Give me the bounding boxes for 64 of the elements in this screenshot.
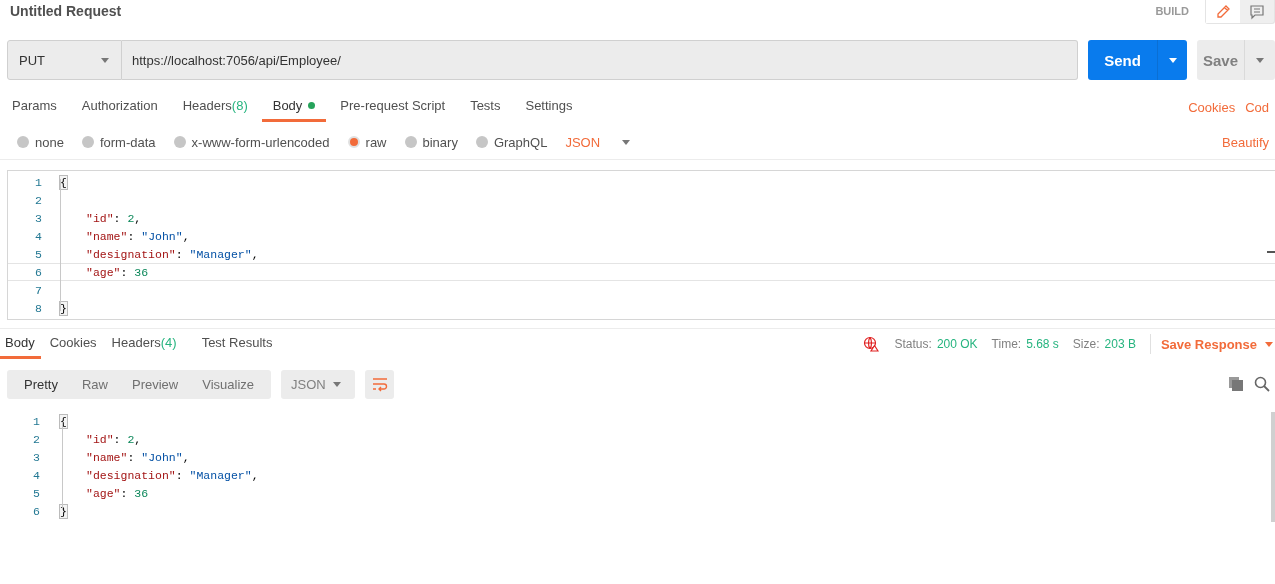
body-type-option[interactable]: raw xyxy=(347,134,387,150)
body-type-option[interactable]: form-data xyxy=(81,134,156,150)
line-number: 6 xyxy=(32,504,40,518)
send-button[interactable]: Send xyxy=(1088,40,1157,80)
stat-label: Time: xyxy=(991,337,1022,351)
line-number: 4 xyxy=(34,229,42,243)
body-type-option[interactable]: x-www-form-urlencoded xyxy=(173,134,330,150)
request-title: Untitled Request xyxy=(10,3,122,19)
view-mode-button[interactable]: Pretty xyxy=(14,369,68,399)
code-line: "id": 2, xyxy=(86,211,142,225)
stat-label: Size: xyxy=(1072,337,1100,351)
body-type-option[interactable]: binary xyxy=(404,134,458,150)
stat-value: 203 B xyxy=(1104,337,1136,351)
line-number: 7 xyxy=(34,283,42,297)
edit-mode-button[interactable] xyxy=(1206,0,1240,23)
line-number: 6 xyxy=(34,265,42,279)
response-tab[interactable]: Headers(4) xyxy=(106,329,183,359)
code-line: "designation": "Manager", xyxy=(86,247,259,261)
line-number: 8 xyxy=(34,301,42,315)
url-field[interactable]: https://localhost:7056/api/Employee/ xyxy=(122,40,1078,80)
line-number: 1 xyxy=(32,414,40,428)
code-line: "age": 36 xyxy=(86,265,149,279)
line-number: 2 xyxy=(32,432,40,446)
request-tab[interactable]: Pre-request Script xyxy=(329,92,457,122)
send-options-button[interactable] xyxy=(1157,40,1187,80)
view-mode-button[interactable]: Preview xyxy=(122,369,189,399)
line-number: 4 xyxy=(32,468,40,482)
line-number: 2 xyxy=(34,193,42,207)
line-number: 1 xyxy=(34,175,42,189)
code-line: "name": "John", xyxy=(86,229,190,243)
comment-icon xyxy=(1249,3,1265,20)
copy-icon xyxy=(1228,376,1244,392)
wrap-button[interactable] xyxy=(365,369,395,399)
request-tab[interactable]: Headers(8) xyxy=(171,92,259,122)
response-tab[interactable]: Cookies xyxy=(44,329,103,359)
stat-label: Status: xyxy=(894,337,932,351)
response-tab[interactable]: Test Results xyxy=(196,329,279,359)
code-line: "age": 36 xyxy=(86,486,149,500)
request-tab[interactable]: Params xyxy=(0,92,68,122)
globe-warning-icon xyxy=(862,336,879,352)
code-line: "name": "John", xyxy=(86,450,190,464)
line-number: 5 xyxy=(34,247,42,261)
request-tab[interactable]: Authorization xyxy=(70,92,169,122)
code-line: "designation": "Manager", xyxy=(86,468,259,482)
stat-value: 200 OK xyxy=(936,337,978,351)
body-type-option[interactable]: GraphQL xyxy=(475,134,548,150)
view-mode-button[interactable]: Raw xyxy=(71,369,118,399)
method-dropdown[interactable]: PUT xyxy=(7,40,122,80)
line-number: 5 xyxy=(32,486,40,500)
line-number: 3 xyxy=(32,450,40,464)
search-icon xyxy=(1254,376,1270,392)
body-type-option[interactable]: none xyxy=(17,134,64,150)
code-line: "id": 2, xyxy=(86,432,142,446)
view-mode-button[interactable]: Visualize xyxy=(192,369,265,399)
request-tab[interactable]: Settings xyxy=(514,92,584,122)
request-tab[interactable]: Tests xyxy=(459,92,512,122)
pencil-icon xyxy=(1215,3,1231,20)
request-tab[interactable]: Body xyxy=(261,92,327,122)
body-editor[interactable]: 1 { 2 3 "id": 2, 4 "name": "John", 5 "designation": "Manager", 6 "age": 36 7 8 } xyxy=(7,170,1275,320)
response-tab[interactable]: Body xyxy=(0,329,41,359)
mode-label: BUILD xyxy=(1155,5,1189,17)
stat-value: 5.68 s xyxy=(1026,337,1059,351)
line-number: 3 xyxy=(34,211,42,225)
wrap-icon xyxy=(370,376,389,392)
